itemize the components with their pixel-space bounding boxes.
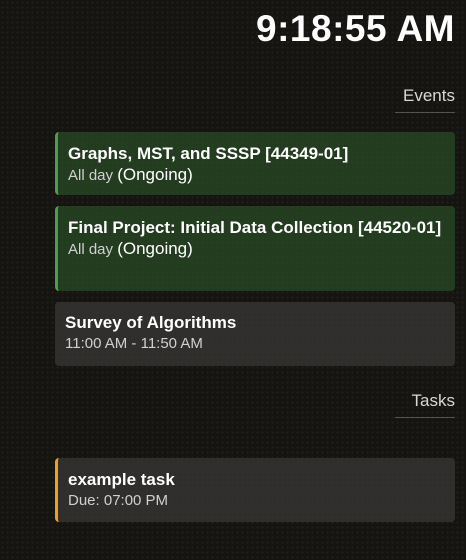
task-title: example task — [68, 470, 175, 489]
event-time: 11:00 AM - 11:50 AM — [65, 334, 445, 354]
clock-time: 9:18:55 AM — [256, 8, 455, 49]
event-when: All day — [68, 167, 114, 184]
event-card[interactable]: Final Project: Initial Data Collection [… — [55, 206, 455, 291]
task-card[interactable]: example task Due: 07:00 PM — [55, 458, 455, 522]
event-time: All day (Ongoing) — [68, 239, 445, 260]
event-card[interactable]: Survey of Algorithms 11:00 AM - 11:50 AM — [55, 302, 455, 366]
events-heading: Events — [395, 86, 455, 113]
task-due: Due: 07:00 PM — [68, 492, 169, 509]
event-card[interactable]: Graphs, MST, and SSSP [44349-01] All day… — [55, 132, 455, 195]
event-status: (Ongoing) — [117, 239, 193, 258]
event-when: 11:00 AM - 11:50 AM — [65, 335, 203, 352]
event-title: Survey of Algorithms — [65, 313, 237, 332]
tasks-heading: Tasks — [395, 391, 455, 418]
event-time: All day (Ongoing) — [68, 165, 445, 186]
event-title: Graphs, MST, and SSSP [44349-01] — [68, 144, 349, 163]
event-when: All day — [68, 241, 114, 258]
event-title: Final Project: Initial Data Collection [… — [68, 218, 442, 237]
event-status: (Ongoing) — [117, 165, 193, 184]
